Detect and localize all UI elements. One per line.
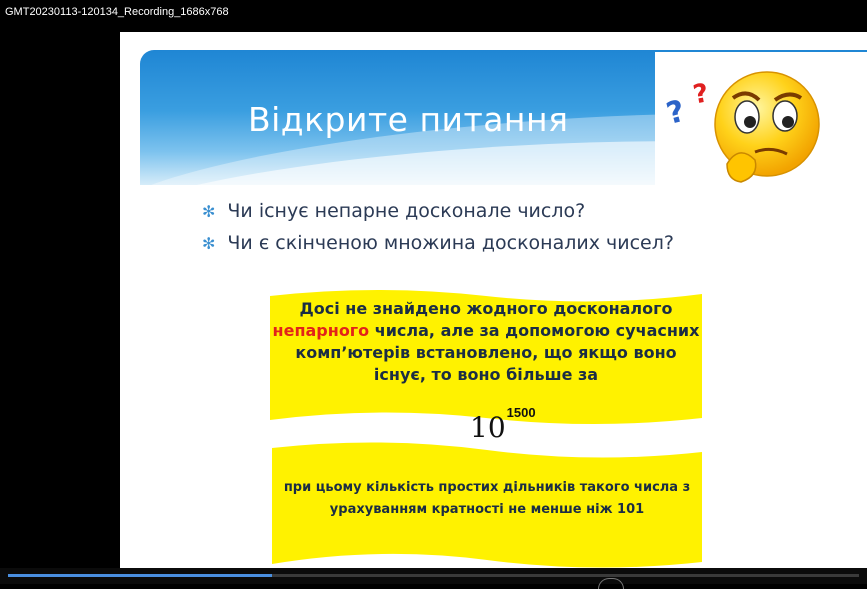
box1-text-part1: Досі не знайдено жодного досконалого (299, 299, 673, 318)
asterisk-bullet-icon: ✻ (202, 234, 216, 253)
bullet-item: ✻ Чи є скінченою множина досконалих чисел… (202, 232, 674, 254)
bullet-text: Чи існує непарне досконале число? (227, 200, 586, 222)
highlight-box-secondary: при цьому кількість простих дільників та… (272, 442, 702, 568)
bullet-list: ✻ Чи існує непарне досконале число? ✻ Чи є… (202, 200, 674, 264)
playback-progress[interactable] (8, 574, 859, 577)
slide: Відкрите питання ? ? ✻ Чи існує непарне … (120, 32, 867, 568)
box1-highlight-word: непарного (272, 321, 370, 340)
asterisk-bullet-icon: ✻ (202, 202, 216, 221)
window-title: GMT20230113-120134_Recording_1686x768 (0, 0, 867, 28)
bullet-text: Чи є скінченою множина досконалих чисел? (227, 232, 674, 254)
bullet-item: ✻ Чи існує непарне досконале число? (202, 200, 674, 222)
formula-exponent: 1500 (506, 405, 536, 420)
svg-text:?: ? (663, 94, 689, 132)
slide-title: Відкрите питання (248, 100, 569, 139)
box2-text: при цьому кількість простих дільників та… (283, 480, 691, 517)
formula-base: 10 (470, 411, 506, 444)
playback-progress-fill (8, 574, 272, 577)
power-formula: 101500 (470, 405, 536, 444)
thinking-emoji-icon: ? ? (655, 52, 867, 190)
svg-text:?: ? (691, 78, 711, 110)
